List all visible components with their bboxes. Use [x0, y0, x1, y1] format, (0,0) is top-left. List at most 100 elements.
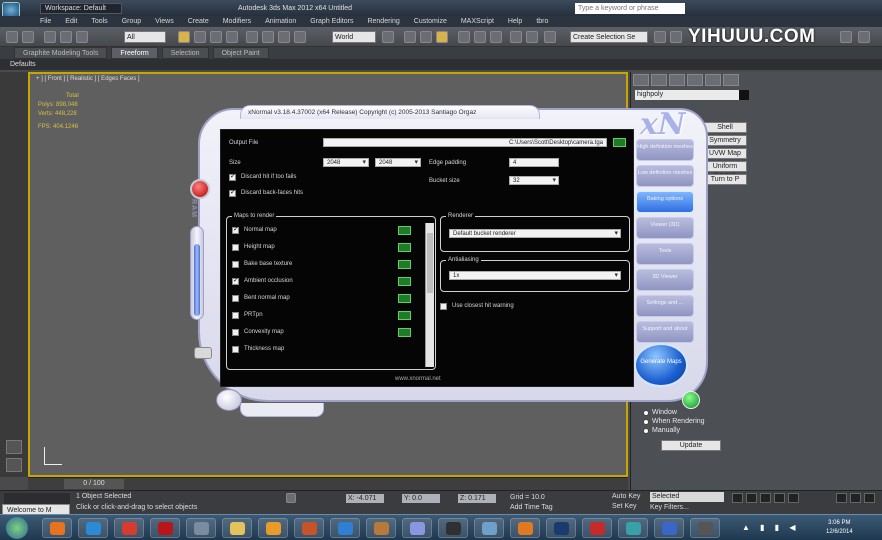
network-taskbar-icon[interactable]	[186, 518, 216, 538]
display-tab-icon[interactable]	[705, 74, 721, 86]
map-options-button-convexity[interactable]	[398, 328, 411, 337]
go-to-end-icon[interactable]	[788, 493, 799, 503]
map-options-button-base-texture[interactable]	[398, 260, 411, 269]
dropbox-taskbar-icon[interactable]	[330, 518, 360, 538]
orbit-icon[interactable]	[864, 493, 875, 503]
system-tray[interactable]: ▲ ▮ ▮ ◀	[742, 523, 800, 532]
align-icon[interactable]	[474, 31, 486, 43]
curve-editor-icon[interactable]	[510, 31, 522, 43]
schematic-view-icon[interactable]	[526, 31, 538, 43]
antialiasing-dropdown[interactable]: 1x	[449, 271, 621, 280]
menu-file[interactable]: File	[40, 16, 51, 27]
named-selection-dropdown[interactable]: Create Selection Se	[570, 31, 648, 43]
menu-animation[interactable]: Animation	[265, 16, 296, 27]
render-production-icon[interactable]	[840, 31, 852, 43]
output-file-field[interactable]: C:\Users\Scott\Desktop\camera.tga	[323, 138, 607, 147]
tab-graphite-modeling-tools[interactable]: Graphite Modeling Tools	[14, 47, 108, 59]
side-button-viewer-3d[interactable]: Viewer (3D)	[636, 217, 694, 239]
menu-group[interactable]: Group	[122, 16, 141, 27]
ie-taskbar-icon[interactable]	[78, 518, 108, 538]
map-checkbox-prtpn[interactable]	[232, 312, 239, 319]
app-blue-taskbar-icon[interactable]	[654, 518, 684, 538]
xnormal-footer-url[interactable]: www.xnormal.net	[395, 376, 441, 382]
status-orb-icon[interactable]	[682, 391, 700, 409]
side-button-settings[interactable]: Settings and ...	[636, 295, 694, 317]
minimize-orb-button[interactable]	[216, 389, 242, 411]
app-red-taskbar-icon[interactable]	[582, 518, 612, 538]
percent-snap-icon[interactable]	[436, 31, 448, 43]
time-slider[interactable]: 0 / 100	[28, 477, 628, 490]
x-coordinate-field[interactable]: X: -4.071	[346, 494, 384, 503]
menu-help[interactable]: Help	[508, 16, 522, 27]
rectangular-selection-icon[interactable]	[210, 31, 222, 43]
map-checkbox-ambient-occlusion[interactable]	[232, 276, 239, 285]
side-button-support[interactable]: Support and about	[636, 321, 694, 343]
firefox-taskbar-icon[interactable]	[42, 518, 72, 538]
snaps-toggle-icon[interactable]	[404, 31, 416, 43]
select-object-icon[interactable]	[178, 31, 190, 43]
z-coordinate-field[interactable]: Z: 0.171	[458, 494, 496, 503]
map-checkbox-bent-normal[interactable]	[232, 295, 239, 302]
map-options-button-bent-normal[interactable]	[398, 294, 411, 303]
set-key-button[interactable]: Set Key	[612, 503, 637, 510]
menu-graph-editors[interactable]: Graph Editors	[310, 16, 353, 27]
size-height-dropdown[interactable]: 2048	[375, 158, 421, 167]
edge-padding-field[interactable]: 4	[509, 158, 559, 167]
menu-rendering[interactable]: Rendering	[367, 16, 399, 27]
side-button-3d-viewer[interactable]: 3D Viewer	[636, 269, 694, 291]
redo-icon[interactable]	[22, 31, 34, 43]
update-button[interactable]: Update	[661, 440, 721, 451]
link-icon[interactable]	[44, 31, 56, 43]
3dsmax-taskbar-icon[interactable]	[618, 518, 648, 538]
tab-freeform[interactable]: Freeform	[111, 47, 158, 59]
select-scale-icon[interactable]	[278, 31, 290, 43]
menu-views[interactable]: Views	[155, 16, 174, 27]
render-iterative-icon[interactable]	[858, 31, 870, 43]
select-by-name-icon[interactable]	[194, 31, 206, 43]
tab-selection[interactable]: Selection	[161, 47, 209, 59]
viewport-layout-icon[interactable]	[6, 440, 22, 454]
menu-modifiers[interactable]: Modifiers	[223, 16, 251, 27]
bucket-size-dropdown[interactable]: 32	[509, 176, 559, 185]
menu-edit[interactable]: Edit	[65, 16, 77, 27]
object-name-field[interactable]: highpoly	[635, 90, 745, 100]
side-button-low-definition-meshes[interactable]: Low definition meshes	[636, 165, 694, 187]
explorer-taskbar-icon[interactable]	[222, 518, 252, 538]
mirror-icon[interactable]	[458, 31, 470, 43]
zoom-icon[interactable]	[836, 493, 847, 503]
layer-manager-icon[interactable]	[490, 31, 502, 43]
tab-object-paint[interactable]: Object Paint	[212, 47, 269, 59]
render-frame-icon[interactable]	[670, 31, 682, 43]
unlink-icon[interactable]	[60, 31, 72, 43]
chrome-taskbar-icon[interactable]	[114, 518, 144, 538]
viewport-label[interactable]: + ] [ Front ] [ Realistic ] [ Edges Face…	[36, 76, 140, 82]
pivot-center-icon[interactable]	[382, 31, 394, 43]
renderer-dropdown[interactable]: Default bucket renderer	[449, 229, 621, 238]
radio-manually[interactable]: Manually	[643, 426, 705, 435]
side-button-baking-options[interactable]: Baking options	[636, 191, 694, 213]
render-setup-icon[interactable]	[654, 31, 666, 43]
start-button-icon[interactable]	[6, 517, 28, 539]
reference-coordinate-dropdown[interactable]: World	[332, 31, 376, 43]
map-options-button-ambient-occlusion[interactable]	[398, 277, 411, 286]
select-rotate-icon[interactable]	[262, 31, 274, 43]
viewport-config-icon[interactable]	[6, 458, 22, 472]
map-checkbox-normal[interactable]	[232, 225, 239, 234]
next-frame-icon[interactable]	[774, 493, 785, 503]
menu-tbro[interactable]: tbro	[536, 16, 548, 27]
ribbon-defaults[interactable]: Defaults	[0, 59, 882, 70]
motion-tab-icon[interactable]	[687, 74, 703, 86]
closest-hit-checkbox[interactable]	[440, 303, 447, 310]
xnormal-taskbar-icon[interactable]	[402, 518, 432, 538]
taskbar-clock[interactable]: 3:06 PM 12/6/2014	[826, 519, 853, 537]
previous-frame-icon[interactable]	[746, 493, 757, 503]
undo-icon[interactable]	[6, 31, 18, 43]
tools-taskbar-icon[interactable]	[294, 518, 324, 538]
key-selection-dropdown[interactable]: Selected	[650, 492, 724, 502]
generate-maps-button[interactable]: Generate Maps	[634, 343, 688, 387]
workspace-dropdown[interactable]: Workspace: Default	[40, 2, 122, 14]
play-icon[interactable]	[760, 493, 771, 503]
map-options-button-height[interactable]	[398, 243, 411, 252]
modify-tab-icon[interactable]	[651, 74, 667, 86]
unity-taskbar-icon[interactable]	[438, 518, 468, 538]
